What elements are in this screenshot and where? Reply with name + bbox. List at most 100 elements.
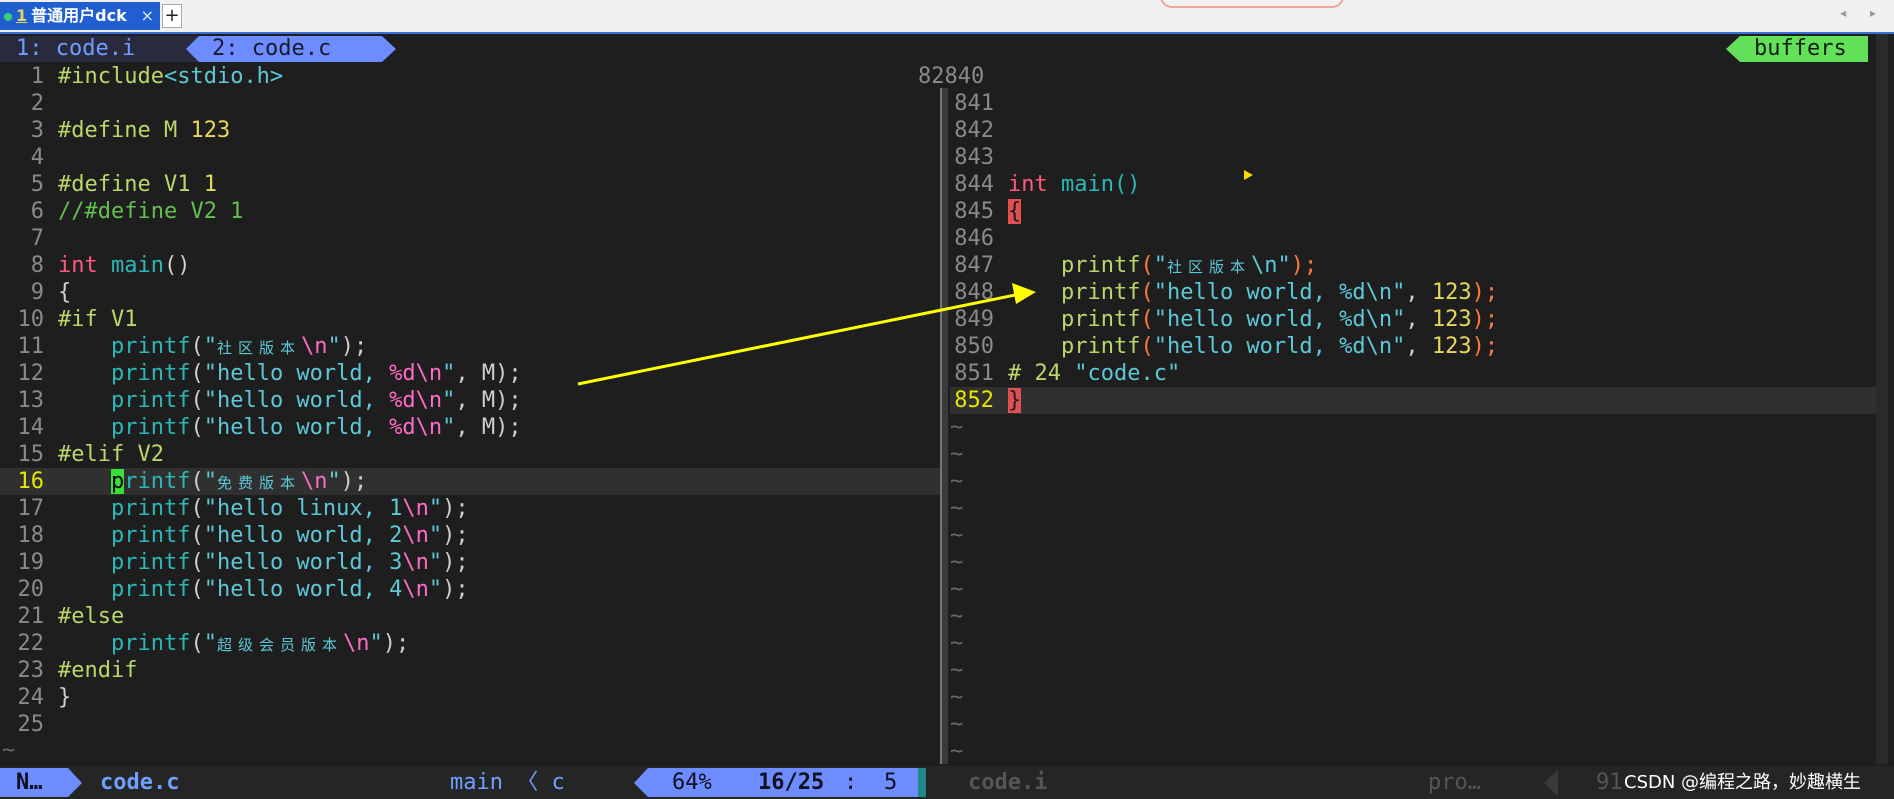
code-line[interactable]: 850 printf("hello world, %d\n", 123); (950, 333, 1876, 360)
line-number: 841 (954, 91, 994, 116)
code-line[interactable]: 849 printf("hello world, %d\n", 123); (950, 306, 1876, 333)
right-editor-pane[interactable]: 841 842 843 844 int main() 845{846 847 printf(… (950, 63, 1876, 765)
code-line[interactable]: 12 printf("hello world, %d\n", M); (0, 360, 940, 387)
code-line[interactable]: 1 #include<stdio.h> (0, 63, 940, 90)
code-line[interactable]: 852} (950, 387, 1876, 414)
code-token: " (428, 577, 443, 602)
code-line[interactable]: 21 #else (0, 603, 940, 630)
code-line[interactable]: 23 #endif (0, 657, 940, 684)
buffers-label[interactable]: buffers (1726, 36, 1868, 62)
code-text: #include<stdio.h> (58, 63, 283, 90)
right-status-filename: code.i (968, 770, 1048, 795)
empty-line-tilde: ~ (950, 523, 964, 548)
code-line[interactable]: 8 int main() (0, 252, 940, 279)
code-line[interactable]: 847 printf("社区版本\n"); (950, 252, 1876, 279)
code-text: #if V1 (58, 306, 137, 333)
vertical-scrollbar[interactable] (1876, 34, 1888, 764)
code-text: printf("hello world, 3\n"); (58, 549, 469, 576)
code-text: int main() (1008, 171, 1140, 198)
code-token: , M); (455, 415, 522, 440)
code-line[interactable]: 18 printf("hello world, 2\n"); (0, 522, 940, 549)
code-text: printf("hello world, 2\n"); (58, 522, 469, 549)
empty-line-tilde: ~ (950, 469, 964, 494)
line-number: 23 (17, 658, 45, 683)
line-number: 852 (954, 388, 994, 413)
code-token: printf (110, 415, 191, 440)
code-line[interactable]: 22 printf("超级会员版本\n"); (0, 630, 940, 657)
code-line[interactable]: 24} (0, 684, 940, 711)
line-number: 16 (17, 469, 45, 494)
code-line[interactable]: 10 #if V1 (0, 306, 940, 333)
decorative-annotation (1160, 0, 1344, 8)
code-line[interactable]: 20 printf("hello world, 4\n"); (0, 576, 940, 603)
line-number: 24 (17, 685, 45, 710)
code-text: } (58, 684, 71, 711)
vertical-split-separator[interactable] (940, 88, 948, 764)
code-line[interactable]: 846 (950, 225, 1876, 252)
code-line[interactable]: 15 #elif V2 (0, 441, 940, 468)
left-editor-pane[interactable]: 1 #include<stdio.h> 2 3 #define M 123 4 5 #defi… (0, 63, 940, 765)
code-token: ( (1140, 253, 1154, 278)
code-line[interactable]: 3 #define M 123 (0, 117, 940, 144)
code-line[interactable]: 2 (0, 90, 940, 117)
code-line[interactable]: 841 (950, 90, 1876, 117)
code-line[interactable]: 851 # 24 "code.c" (950, 360, 1876, 387)
code-token: 123 (1431, 307, 1472, 332)
code-token: ); (1471, 280, 1499, 305)
text-cursor: p (110, 469, 125, 494)
code-text: printf("社区版本\n"); (1008, 252, 1317, 281)
code-token: ); (442, 577, 469, 602)
code-token: printf (110, 550, 191, 575)
code-token: #endif (58, 658, 138, 683)
code-token: ( (190, 469, 204, 494)
empty-line-tilde: ~ (950, 631, 964, 656)
tab-scroll-arrows-icon[interactable]: ◂ ▸ (1840, 6, 1886, 20)
terminal-tab-1[interactable]: 1 普通用户dck × (0, 2, 160, 30)
code-token: printf (1060, 334, 1141, 359)
vim-tab-code-c[interactable]: 2: code.c (186, 36, 396, 62)
code-line[interactable]: 4 (0, 144, 940, 171)
code-line[interactable]: 25 (0, 711, 940, 738)
code-line[interactable]: 845 { (950, 198, 1876, 225)
code-line[interactable]: 19 printf("hello world, 3\n"); (0, 549, 940, 576)
vim-tab-code-i[interactable]: 1: code.i (0, 36, 186, 62)
code-text: printf("hello world, %d\n", M); (58, 360, 522, 387)
line-number: 18 (17, 523, 45, 548)
scroll-percent: 64% (672, 770, 712, 795)
line-number: 5 (30, 172, 44, 197)
code-token: { (58, 280, 72, 305)
code-token: ); (382, 631, 410, 656)
code-line[interactable]: 9{ (0, 279, 940, 306)
code-line[interactable]: 848 printf("hello world, %d\n", 123); (950, 279, 1876, 306)
code-line[interactable]: 14 printf("hello world, %d\n", M); (0, 414, 940, 441)
code-token: \n (300, 469, 328, 494)
code-line[interactable]: 5 #define V1 1 (0, 171, 940, 198)
code-line[interactable]: 842 (950, 117, 1876, 144)
code-line[interactable]: 6 //#define V2 1 (0, 198, 940, 225)
code-token: ( (190, 415, 204, 440)
line-number: 6 (30, 199, 44, 224)
code-line[interactable]: 11 printf("社区版本\n"); (0, 333, 940, 360)
close-icon[interactable]: × (141, 2, 154, 30)
line-number: 848 (954, 280, 994, 305)
code-token: printf (110, 388, 191, 413)
code-line[interactable]: 17 printf("hello linux, 1\n"); (0, 495, 940, 522)
code-line[interactable]: 16 printf("免费版本\n"); (0, 468, 940, 495)
code-token: , (1405, 280, 1432, 305)
code-line[interactable]: 844 int main() (950, 171, 1876, 198)
code-line[interactable]: 843 (950, 144, 1876, 171)
tab-number: 1 (16, 6, 28, 25)
code-token: 超级会员版本 (216, 636, 343, 654)
code-line[interactable]: 7 (0, 225, 940, 252)
code-token: 社区版本 (1166, 258, 1251, 276)
add-tab-button[interactable]: + (162, 4, 182, 28)
code-token: #elif V2 (58, 442, 164, 467)
code-line[interactable]: 13 printf("hello world, %d\n", M); (0, 387, 940, 414)
code-token: ( (190, 631, 204, 656)
right-status-line: 91 (1596, 770, 1623, 795)
